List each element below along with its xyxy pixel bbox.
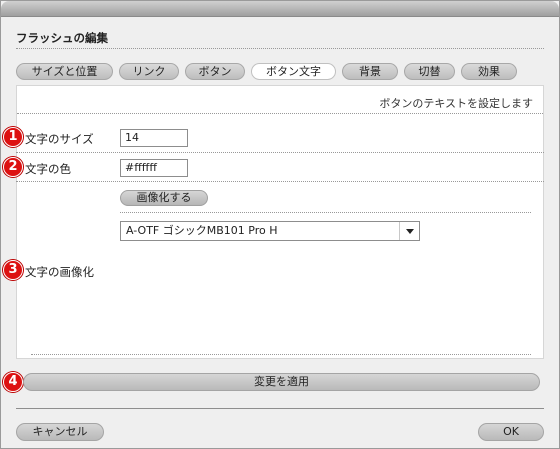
cancel-button[interactable]: キャンセル: [16, 423, 104, 441]
title-divider: [16, 48, 544, 49]
marker-2-badge: 2: [3, 157, 23, 177]
font-color-input[interactable]: #ffffff: [120, 159, 188, 177]
font-size-label: 文字のサイズ: [25, 132, 94, 146]
tab-link[interactable]: リンク: [119, 63, 179, 80]
ok-button[interactable]: OK: [478, 423, 544, 441]
font-select[interactable]: A-OTF ゴシックMB101 Pro H: [120, 221, 420, 241]
edit-flash-dialog: フラッシュの編集 サイズと位置 リンク ボタン ボタン文字 背景 切替 効果 ボ…: [0, 0, 560, 449]
font-size-input[interactable]: 14: [120, 129, 188, 147]
chevron-down-icon[interactable]: [399, 222, 419, 240]
row1-divider: [16, 152, 544, 153]
rasterize-divider: [120, 212, 531, 213]
marker-4-badge: 4: [3, 372, 23, 392]
rasterize-button[interactable]: 画像化する: [120, 190, 208, 206]
dialog-title-bar[interactable]: [1, 1, 559, 17]
panel-hint: ボタンのテキストを設定します: [379, 97, 533, 110]
row2-divider: [16, 181, 544, 182]
tab-button-text[interactable]: ボタン文字: [251, 63, 336, 80]
panel-bottom-divider: [31, 354, 531, 355]
tab-size-position[interactable]: サイズと位置: [16, 63, 113, 80]
tab-button[interactable]: ボタン: [185, 63, 245, 80]
image-text-label: 文字の画像化: [25, 265, 94, 279]
font-color-label-text: 文字の色: [25, 162, 71, 176]
tab-background[interactable]: 背景: [342, 63, 398, 80]
footer-divider: [16, 408, 544, 409]
dialog-title: フラッシュの編集: [16, 31, 108, 45]
tab-switch[interactable]: 切替: [404, 63, 455, 80]
marker-1-badge: 1: [3, 127, 23, 147]
font-select-value: A-OTF ゴシックMB101 Pro H: [126, 224, 278, 237]
marker-3-badge: 3: [3, 260, 23, 280]
hint-divider: [17, 113, 543, 114]
tab-effect[interactable]: 効果: [461, 63, 517, 80]
apply-changes-button[interactable]: 変更を適用: [23, 373, 540, 391]
